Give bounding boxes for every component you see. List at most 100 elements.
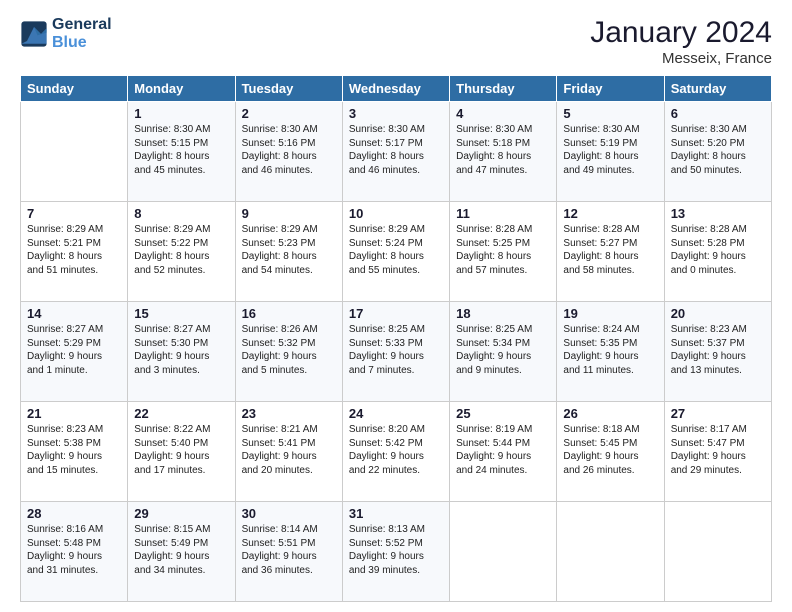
day-number: 29 [134, 506, 228, 521]
day-number: 31 [349, 506, 443, 521]
cell-details: Sunrise: 8:23 AMSunset: 5:37 PMDaylight:… [671, 323, 765, 377]
cell-details: Sunrise: 8:24 AMSunset: 5:35 PMDaylight:… [563, 323, 657, 377]
calendar-cell: 27Sunrise: 8:17 AMSunset: 5:47 PMDayligh… [664, 402, 771, 502]
calendar-cell: 21 Sunrise: 8:23 AMSunset: 5:38 PMDayligh… [21, 402, 128, 502]
calendar-cell: 8Sunrise: 8:29 AMSunset: 5:22 PMDaylight… [128, 202, 235, 302]
weekday-header-sunday: Sunday [21, 76, 128, 102]
weekday-header-wednesday: Wednesday [342, 76, 449, 102]
weekday-header-friday: Friday [557, 76, 664, 102]
calendar-cell: 12Sunrise: 8:28 AMSunset: 5:27 PMDayligh… [557, 202, 664, 302]
day-number: 17 [349, 306, 443, 321]
calendar-cell: 19 Sunrise: 8:24 AMSunset: 5:35 PMDayligh… [557, 302, 664, 402]
calendar-cell [450, 502, 557, 602]
calendar-cell: 18Sunrise: 8:25 AMSunset: 5:34 PMDayligh… [450, 302, 557, 402]
header: General Blue January 2024 Messeix, Franc… [20, 16, 772, 67]
calendar-cell: 5Sunrise: 8:30 AMSunset: 5:19 PMDaylight… [557, 102, 664, 202]
weekday-header-thursday: Thursday [450, 76, 557, 102]
cell-details: Sunrise: 8:25 AMSunset: 5:33 PMDaylight:… [349, 323, 443, 377]
calendar-cell: 25Sunrise: 8:19 AMSunset: 5:44 PMDayligh… [450, 402, 557, 502]
week-row-3: 21 Sunrise: 8:23 AMSunset: 5:38 PMDayligh… [21, 402, 772, 502]
day-number: 10 [349, 206, 443, 221]
calendar-cell: 7 Sunrise: 8:29 AMSunset: 5:21 PMDaylight… [21, 202, 128, 302]
day-number: 24 [349, 406, 443, 421]
cell-details: Sunrise: 8:27 AMSunset: 5:29 PMDaylight:… [27, 323, 121, 377]
calendar-cell [21, 102, 128, 202]
week-row-4: 28Sunrise: 8:16 AMSunset: 5:48 PMDayligh… [21, 502, 772, 602]
day-number: 1 [134, 106, 228, 121]
weekday-header-tuesday: Tuesday [235, 76, 342, 102]
day-number: 20 [671, 306, 765, 321]
day-number: 7 [27, 206, 121, 221]
calendar-cell: 30 Sunrise: 8:14 AMSunset: 5:51 PMDayligh… [235, 502, 342, 602]
cell-details: Sunrise: 8:29 AMSunset: 5:24 PMDaylight:… [349, 223, 443, 277]
week-row-1: 7 Sunrise: 8:29 AMSunset: 5:21 PMDaylight… [21, 202, 772, 302]
calendar-cell: 2 Sunrise: 8:30 AMSunset: 5:16 PMDaylight… [235, 102, 342, 202]
logo-text: General Blue [52, 16, 112, 51]
calendar-table: SundayMondayTuesdayWednesdayThursdayFrid… [20, 75, 772, 602]
calendar-cell: 28Sunrise: 8:16 AMSunset: 5:48 PMDayligh… [21, 502, 128, 602]
calendar-cell: 24 Sunrise: 8:20 AMSunset: 5:42 PMDayligh… [342, 402, 449, 502]
cell-details: Sunrise: 8:15 AMSunset: 5:49 PMDaylight:… [134, 523, 228, 577]
day-number: 2 [242, 106, 336, 121]
cell-details: Sunrise: 8:26 AMSunset: 5:32 PMDaylight:… [242, 323, 336, 377]
calendar-cell: 31 Sunrise: 8:13 AMSunset: 5:52 PMDayligh… [342, 502, 449, 602]
day-number: 23 [242, 406, 336, 421]
day-number: 3 [349, 106, 443, 121]
day-number: 13 [671, 206, 765, 221]
day-number: 6 [671, 106, 765, 121]
day-number: 16 [242, 306, 336, 321]
cell-details: Sunrise: 8:21 AMSunset: 5:41 PMDaylight:… [242, 423, 336, 477]
cell-details: Sunrise: 8:22 AMSunset: 5:40 PMDaylight:… [134, 423, 228, 477]
day-number: 14 [27, 306, 121, 321]
location: Messeix, France [590, 50, 772, 67]
cell-details: Sunrise: 8:23 AMSunset: 5:38 PMDaylight:… [27, 423, 121, 477]
month-title: January 2024 [590, 16, 772, 50]
calendar-cell: 29 Sunrise: 8:15 AMSunset: 5:49 PMDayligh… [128, 502, 235, 602]
calendar-cell: 13 Sunrise: 8:28 AMSunset: 5:28 PMDayligh… [664, 202, 771, 302]
cell-details: Sunrise: 8:29 AMSunset: 5:21 PMDaylight:… [27, 223, 121, 277]
day-number: 25 [456, 406, 550, 421]
cell-details: Sunrise: 8:14 AMSunset: 5:51 PMDaylight:… [242, 523, 336, 577]
weekday-header-monday: Monday [128, 76, 235, 102]
cell-details: Sunrise: 8:27 AMSunset: 5:30 PMDaylight:… [134, 323, 228, 377]
calendar-cell: 4 Sunrise: 8:30 AMSunset: 5:18 PMDaylight… [450, 102, 557, 202]
day-number: 28 [27, 506, 121, 521]
day-number: 19 [563, 306, 657, 321]
calendar-cell: 26Sunrise: 8:18 AMSunset: 5:45 PMDayligh… [557, 402, 664, 502]
day-number: 5 [563, 106, 657, 121]
calendar-cell: 6Sunrise: 8:30 AMSunset: 5:20 PMDaylight… [664, 102, 771, 202]
calendar-cell: 15 Sunrise: 8:27 AMSunset: 5:30 PMDayligh… [128, 302, 235, 402]
day-number: 21 [27, 406, 121, 421]
cell-details: Sunrise: 8:28 AMSunset: 5:28 PMDaylight:… [671, 223, 765, 277]
week-row-2: 14 Sunrise: 8:27 AMSunset: 5:29 PMDayligh… [21, 302, 772, 402]
calendar-cell: 22 Sunrise: 8:22 AMSunset: 5:40 PMDayligh… [128, 402, 235, 502]
day-number: 18 [456, 306, 550, 321]
logo-area: General Blue [20, 16, 112, 51]
day-number: 26 [563, 406, 657, 421]
week-row-0: 1 Sunrise: 8:30 AMSunset: 5:15 PMDaylight… [21, 102, 772, 202]
cell-details: Sunrise: 8:30 AMSunset: 5:17 PMDaylight:… [349, 123, 443, 177]
calendar-cell: 10 Sunrise: 8:29 AMSunset: 5:24 PMDayligh… [342, 202, 449, 302]
cell-details: Sunrise: 8:20 AMSunset: 5:42 PMDaylight:… [349, 423, 443, 477]
cell-details: Sunrise: 8:30 AMSunset: 5:18 PMDaylight:… [456, 123, 550, 177]
day-number: 8 [134, 206, 228, 221]
calendar-cell [557, 502, 664, 602]
title-area: January 2024 Messeix, France [590, 16, 772, 67]
day-number: 9 [242, 206, 336, 221]
cell-details: Sunrise: 8:13 AMSunset: 5:52 PMDaylight:… [349, 523, 443, 577]
day-number: 15 [134, 306, 228, 321]
calendar-cell: 16 Sunrise: 8:26 AMSunset: 5:32 PMDayligh… [235, 302, 342, 402]
cell-details: Sunrise: 8:29 AMSunset: 5:23 PMDaylight:… [242, 223, 336, 277]
calendar-cell [664, 502, 771, 602]
cell-details: Sunrise: 8:30 AMSunset: 5:15 PMDaylight:… [134, 123, 228, 177]
calendar-cell: 11Sunrise: 8:28 AMSunset: 5:25 PMDayligh… [450, 202, 557, 302]
cell-details: Sunrise: 8:30 AMSunset: 5:16 PMDaylight:… [242, 123, 336, 177]
day-number: 30 [242, 506, 336, 521]
calendar-page: General Blue January 2024 Messeix, Franc… [0, 0, 792, 612]
day-number: 22 [134, 406, 228, 421]
calendar-cell: 3 Sunrise: 8:30 AMSunset: 5:17 PMDaylight… [342, 102, 449, 202]
day-number: 4 [456, 106, 550, 121]
calendar-cell: 1 Sunrise: 8:30 AMSunset: 5:15 PMDaylight… [128, 102, 235, 202]
calendar-cell: 9 Sunrise: 8:29 AMSunset: 5:23 PMDaylight… [235, 202, 342, 302]
weekday-header-row: SundayMondayTuesdayWednesdayThursdayFrid… [21, 76, 772, 102]
